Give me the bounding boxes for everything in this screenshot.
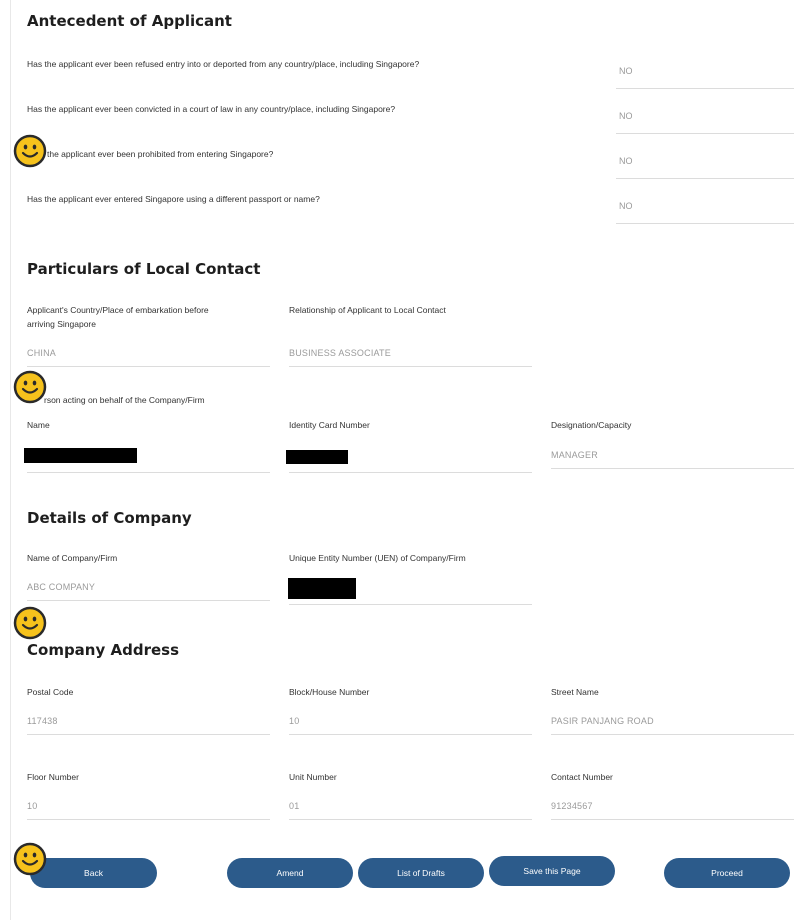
smiley-icon [13,134,47,168]
unit-number-field: 01 [289,795,532,820]
postal-code-value: 117438 [27,716,58,726]
answer-value: NO [619,111,633,121]
section-title-address: Company Address [27,641,179,659]
smiley-icon [13,370,47,404]
contact-number-value: 91234567 [551,801,593,811]
postal-code-field: 117438 [27,710,270,735]
answer-refused-entry: NO [616,58,794,89]
uen-label: Unique Entity Number (UEN) of Company/Fi… [289,553,466,563]
block-number-label: Block/House Number [289,687,370,697]
identity-card-label: Identity Card Number [289,420,370,430]
company-name-label: Name of Company/Firm [27,553,118,563]
answer-value: NO [619,156,633,166]
floor-number-value: 10 [27,801,38,811]
name-redaction [24,448,137,463]
embarkation-label-line1: Applicant's Country/Place of embarkation… [27,305,209,315]
answer-prohibited: NO [616,148,794,179]
designation-value: MANAGER [551,450,598,460]
question-prohibited: the applicant ever been prohibited from … [47,149,274,159]
unit-number-value: 01 [289,801,300,811]
list-of-drafts-button[interactable]: List of Drafts [358,858,484,888]
floor-number-label: Floor Number [27,772,79,782]
name-label: Name [27,420,50,430]
relationship-field: BUSINESS ASSOCIATE [289,342,532,367]
back-button[interactable]: Back [30,858,157,888]
section-title-antecedent: Antecedent of Applicant [27,12,232,30]
embarkation-field: CHINA [27,342,270,367]
street-name-field: PASIR PANJANG ROAD [551,710,794,735]
uen-redaction [288,578,356,599]
relationship-label: Relationship of Applicant to Local Conta… [289,305,446,315]
postal-code-label: Postal Code [27,687,74,697]
designation-field: MANAGER [551,444,794,469]
answer-value: NO [619,66,633,76]
unit-number-label: Unit Number [289,772,337,782]
page-left-edge [10,0,11,920]
embarkation-label-line2: arriving Singapore [27,319,96,329]
embarkation-label: Applicant's Country/Place of embarkation… [27,303,209,331]
answer-value: NO [619,201,633,211]
contact-number-label: Contact Number [551,772,613,782]
person-acting-label: rson acting on behalf of the Company/Fir… [44,395,205,405]
question-different-passport: Has the applicant ever entered Singapore… [27,194,320,204]
section-title-company: Details of Company [27,509,192,527]
smiley-icon [13,842,47,876]
company-name-field: ABC COMPANY [27,576,270,601]
block-number-value: 10 [289,716,300,726]
question-convicted: Has the applicant ever been convicted in… [27,104,396,114]
block-number-field: 10 [289,710,532,735]
floor-number-field: 10 [27,795,270,820]
designation-label: Designation/Capacity [551,420,632,430]
proceed-button[interactable]: Proceed [664,858,790,888]
amend-button[interactable]: Amend [227,858,353,888]
company-name-value: ABC COMPANY [27,582,96,592]
answer-different-passport: NO [616,193,794,224]
relationship-value: BUSINESS ASSOCIATE [289,348,391,358]
smiley-icon [13,606,47,640]
question-refused-entry: Has the applicant ever been refused entr… [27,59,420,69]
section-title-local-contact: Particulars of Local Contact [27,260,261,278]
embarkation-value: CHINA [27,348,57,358]
identity-card-redaction [286,450,348,464]
street-name-value: PASIR PANJANG ROAD [551,716,654,726]
street-name-label: Street Name [551,687,599,697]
contact-number-field: 91234567 [551,795,794,820]
answer-convicted: NO [616,103,794,134]
save-this-page-button[interactable]: Save this Page [489,856,615,886]
